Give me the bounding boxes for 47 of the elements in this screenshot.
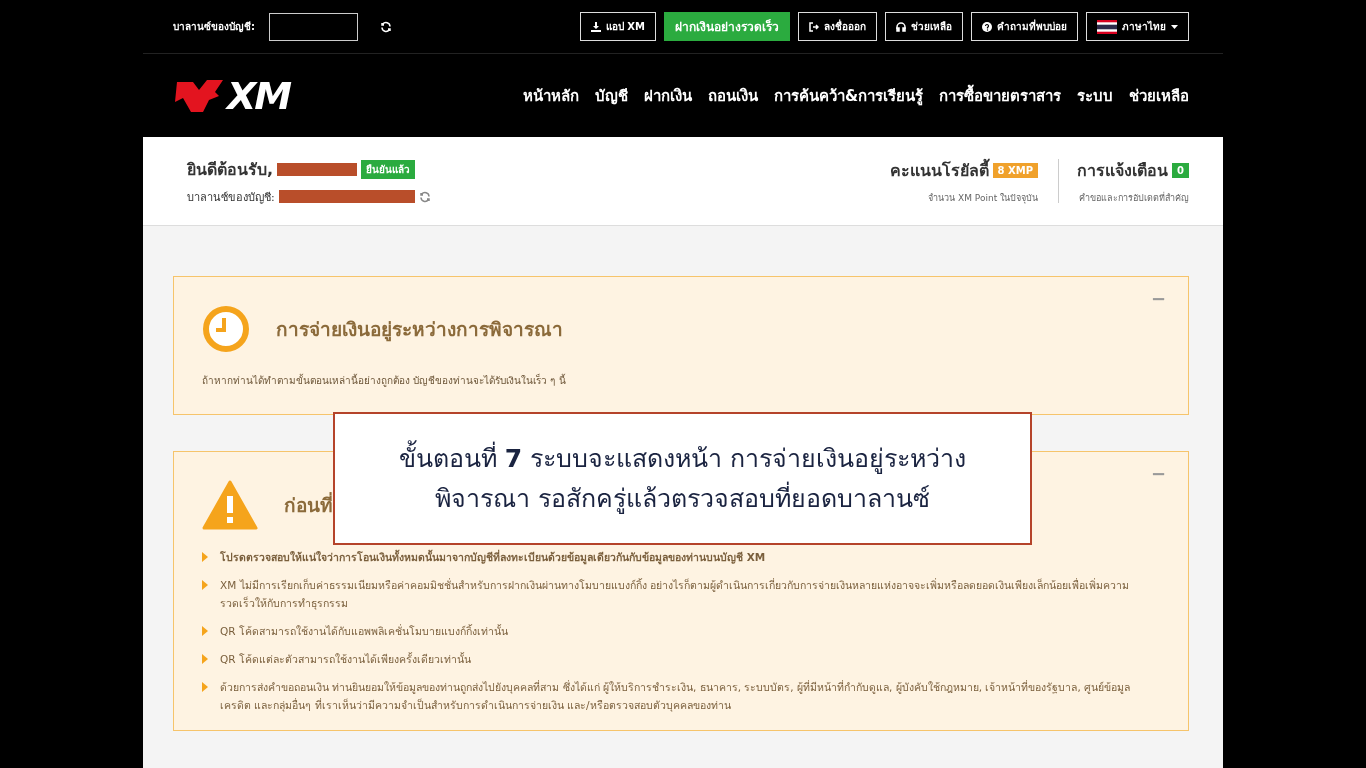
loyalty-title: คะแนนโรยัลตี้ bbox=[889, 157, 989, 182]
nav-link[interactable]: หน้าหลัก bbox=[522, 83, 579, 108]
help-icon bbox=[982, 21, 992, 32]
bullet-arrow-icon bbox=[202, 626, 208, 636]
headset-icon bbox=[896, 21, 906, 32]
caption-text: ขั้นตอนที่ 7 ระบบจะแสดงหน้า การจ่ายเงินอยู่ระหว่างพิจารณา รอสักครู่แล้วตรวจสอบที่ยอดบาลานซ์ bbox=[365, 438, 1000, 519]
notification-count-badge: 0 bbox=[1172, 162, 1189, 178]
nav-link[interactable]: ถอนเงิน bbox=[707, 83, 758, 108]
panel-title: การจ่ายเงินอยู่ระหว่างการพิจารณา bbox=[276, 317, 563, 344]
language-button[interactable]: ภาษาไทย bbox=[1086, 12, 1189, 41]
logo-text: XM bbox=[227, 73, 291, 118]
nav-link[interactable]: การค้นคว้า&การเรียนรู้ bbox=[773, 83, 923, 108]
warning-icon bbox=[202, 480, 258, 530]
panel-title: ก่อนที่ bbox=[284, 491, 333, 518]
bullet-arrow-icon bbox=[202, 654, 208, 664]
nav-link[interactable]: ระบบ bbox=[1077, 83, 1113, 108]
bullet-text: QR โค้ดสามารถใช้งานได้กับแอพพลิเคชั่นโมบายแบงก์กิ้งเท่านั้น bbox=[220, 623, 508, 639]
balance-field[interactable] bbox=[269, 12, 358, 41]
download-button[interactable]: แอป XM bbox=[579, 12, 656, 41]
nav-link[interactable]: ช่วยเหลือ bbox=[1129, 83, 1189, 108]
bullet-text: QR โค้ดแต่ละตัวสามารถใช้งานได้เพียงครั้งเดียวเท่านั้น bbox=[220, 651, 471, 667]
bullet-text: ด้วยการส่งคำขอถอนเงิน ท่านยินยอมให้ข้อมูลของท่านถูกส่งไปยังบุคคลที่สาม ซึ่งได้แก่ ผู้ให้บริการชำระเงิน, ธนาคาร, ระบบบัตร, ผู้ที่มีหน้าที่กำกับดูแล, ผู้บังคับใช้กฎหมาย, เจ้าหน้าที่ของรัฐบาล, ศูนย์ข้อมูลเครดิต และกลุ่มอื่นๆ ที่เราเห็นว่ามีความจำเป็นสำหรับการดำเนินการจ่ายเงิน และ/หรือตรวจสอบตัวบุคคลของท่าน bbox=[220, 679, 1132, 714]
welcome-text: ยินดีต้อนรับ, bbox=[187, 158, 274, 181]
bullet-arrow-icon bbox=[202, 682, 208, 692]
notifications-subtitle: คำขอและการอัปเดตที่สำคัญ bbox=[1079, 191, 1189, 205]
bullet-arrow-icon bbox=[202, 552, 208, 562]
clock-icon bbox=[202, 305, 250, 353]
panel-text: ถ้าหากท่านได้ทำตามขั้นตอนเหล่านี้อย่างถูกต้อง บัญชีของท่านจะได้รับเงินในเร็ว ๆ นี้ bbox=[202, 373, 567, 388]
nav-link[interactable]: บัญชี bbox=[594, 83, 628, 108]
logout-button[interactable]: ลงชื่อออก bbox=[798, 12, 877, 41]
points-badge: 8 XMP bbox=[992, 162, 1039, 178]
verified-badge: ยืนยันแล้ว bbox=[361, 159, 416, 179]
balance-label: บาลานซ์ของบัญชี: bbox=[187, 189, 275, 206]
caret-icon bbox=[1171, 24, 1178, 29]
support-button[interactable]: ช่วยเหลือ bbox=[885, 12, 963, 41]
nav-link[interactable]: ฝากเงิน bbox=[643, 83, 692, 108]
bullet-text: XM ไม่มีการเรียกเก็บค่าธรรมเนียมหรือค่าคอมมิชชั่นสำหรับการฝากเงินผ่านทางโมบายแบงก์กิ้ง อย่างไรก็ตามผู้ดำเนินการเกี่ยวกับการจ่ายเงินหลายแห่งอาจจะเพิ่มหรือลดยอดเงินเพียงเล็กน้อยเพื่อเพิ่มความรวดเร็วให้กับการทำธุรกรรม bbox=[220, 577, 1130, 612]
download-icon bbox=[590, 21, 601, 32]
logout-icon bbox=[809, 21, 819, 32]
flag-icon bbox=[1097, 19, 1117, 34]
notifications-title: การแจ้งเตือน bbox=[1077, 159, 1169, 182]
nav-link[interactable]: การซื้อขายตราสาร bbox=[939, 83, 1061, 108]
bullet-arrow-icon bbox=[202, 580, 208, 590]
loyalty-subtitle: จำนวน XM Point ในปัจจุบัน bbox=[928, 191, 1039, 205]
faq-button[interactable]: คำถามที่พบบ่อย bbox=[971, 12, 1078, 41]
balance-label: บาลานซ์ของบัญชี: bbox=[173, 20, 255, 34]
bullet-text: โปรดตรวจสอบให้แน่ใจว่าการโอนเงินทั้งหมดนั้นมาจากบัญชีที่ลงทะเบียนด้วยข้อมูลเดียวกันกับข้อมูลของท่านบนบัญชี XM bbox=[220, 548, 766, 566]
